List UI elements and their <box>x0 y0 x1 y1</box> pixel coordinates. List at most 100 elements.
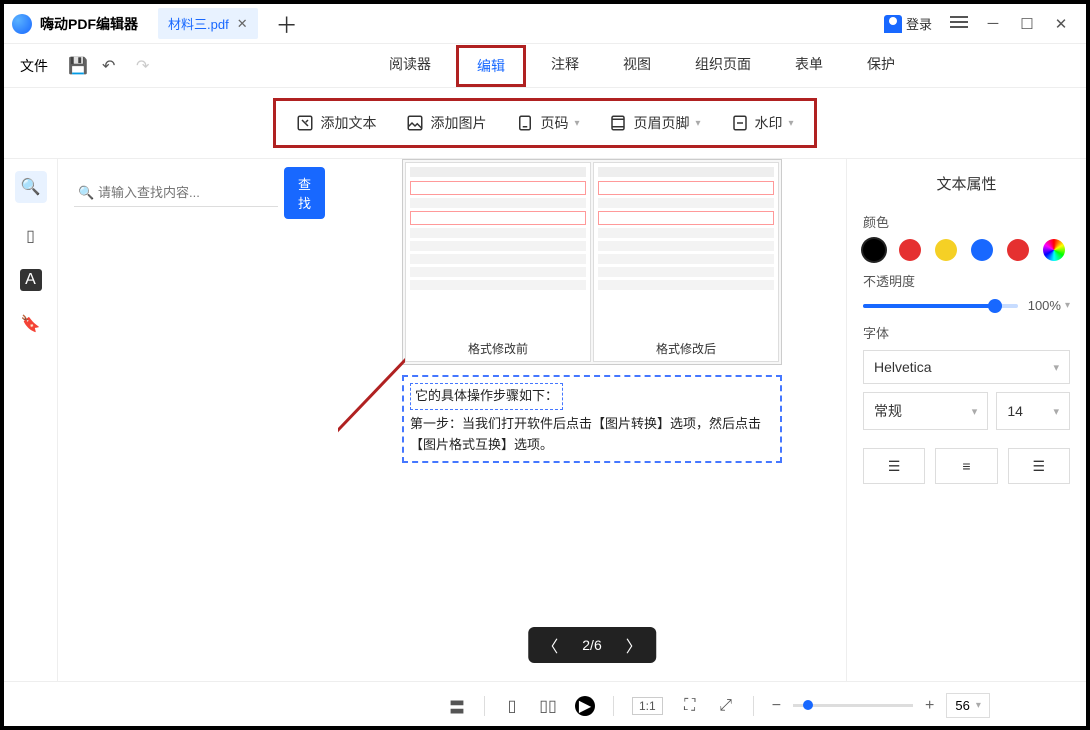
main-tabs: 阅读器 编辑 注释 视图 组织页面 表单 保护 <box>370 45 914 87</box>
user-icon <box>884 15 902 33</box>
opacity-slider[interactable] <box>863 304 1018 308</box>
font-size-value: 14 <box>1007 403 1023 419</box>
font-style-select[interactable]: 常规 ▾ <box>863 392 988 430</box>
bookmark-icon[interactable]: 🔖 <box>20 313 42 335</box>
text-tool-icon[interactable]: A <box>20 269 42 291</box>
opacity-label: 不透明度 <box>863 271 1070 290</box>
chevron-down-icon: ▾ <box>789 118 794 129</box>
color-yellow[interactable] <box>935 239 957 261</box>
redo-icon[interactable]: ↷ <box>136 56 154 76</box>
double-page-icon[interactable]: ▯▯ <box>539 697 557 715</box>
main-area: 🔍 ▯ A 🔖 查找 格式修改前 <box>4 159 1086 681</box>
color-picker-icon[interactable] <box>1043 239 1065 261</box>
edit-text-icon <box>296 114 314 132</box>
crop-icon[interactable]: ⛶ <box>681 697 699 715</box>
maximize-icon[interactable]: ☐ <box>1016 15 1038 33</box>
watermark-label: 水印 <box>755 113 783 133</box>
color-red2[interactable] <box>1007 239 1029 261</box>
font-style-value: 常规 <box>874 401 902 421</box>
align-right-button[interactable]: ☰ <box>1008 448 1070 484</box>
color-red[interactable] <box>899 239 921 261</box>
font-size-select[interactable]: 14 ▾ <box>996 392 1070 430</box>
undo-icon[interactable]: ↶ <box>102 56 120 76</box>
page-indicator: 2/6 <box>582 637 601 653</box>
align-left-icon: ☰ <box>888 458 901 475</box>
search-sidebar-icon[interactable]: 🔍 <box>15 171 47 203</box>
read-mode-icon[interactable]: 〓 <box>448 697 466 715</box>
color-black[interactable] <box>863 239 885 261</box>
tab-organize[interactable]: 组织页面 <box>676 45 770 87</box>
prev-page-icon[interactable]: 〈 <box>542 633 558 657</box>
close-window-icon[interactable]: ✕ <box>1050 15 1072 33</box>
fit-ratio-button[interactable]: 1:1 <box>632 697 663 715</box>
color-blue[interactable] <box>971 239 993 261</box>
next-page-icon[interactable]: 〉 <box>626 633 642 657</box>
before-image: 格式修改前 <box>405 162 591 362</box>
hamburger-menu-icon[interactable] <box>948 13 970 35</box>
left-sidebar: 🔍 ▯ A 🔖 <box>4 159 58 681</box>
zoom-slider[interactable] <box>793 704 913 707</box>
chevron-down-icon: ▾ <box>1053 361 1059 374</box>
minimize-icon[interactable]: ─ <box>982 15 1004 32</box>
tab-annotate[interactable]: 注释 <box>532 45 598 87</box>
chevron-down-icon: ▾ <box>574 118 579 129</box>
document-image-compare: 格式修改前 格式修改后 <box>402 159 782 365</box>
after-image: 格式修改后 <box>593 162 779 362</box>
properties-panel: 文本属性 颜色 不透明度 100% ▾ 字体 Helvetica ▾ 常规 ▾ <box>846 159 1086 681</box>
zoom-control: − + 56 ▾ <box>772 693 990 718</box>
save-icon[interactable]: 💾 <box>68 56 86 76</box>
single-page-icon[interactable]: ▯ <box>503 697 521 715</box>
image-icon <box>406 114 424 132</box>
document-tab[interactable]: 材料三.pdf ✕ <box>158 8 258 39</box>
login-label: 登录 <box>906 14 932 33</box>
tab-view[interactable]: 视图 <box>604 45 670 87</box>
align-center-button[interactable]: ≡ <box>935 448 997 484</box>
align-left-button[interactable]: ☰ <box>863 448 925 484</box>
font-family-select[interactable]: Helvetica ▾ <box>863 350 1070 384</box>
titlebar: 嗨动PDF编辑器 材料三.pdf ✕ ＋ 登录 ─ ☐ ✕ <box>4 4 1086 44</box>
opacity-value[interactable]: 100% ▾ <box>1028 298 1070 313</box>
find-button[interactable]: 查找 <box>284 167 325 219</box>
add-image-label: 添加图片 <box>430 113 486 133</box>
page-thumb-icon[interactable]: ▯ <box>20 225 42 247</box>
zoom-out-icon[interactable]: − <box>772 697 781 715</box>
watermark-button[interactable]: 水印 ▾ <box>725 109 800 137</box>
zoom-value-select[interactable]: 56 ▾ <box>946 693 990 718</box>
zoom-in-icon[interactable]: + <box>925 697 934 715</box>
tab-edit[interactable]: 编辑 <box>456 45 526 87</box>
play-icon[interactable]: ▶ <box>575 696 595 716</box>
page-navigator: 〈 2/6 〉 <box>528 627 656 663</box>
text-edit-block[interactable]: 它的具体操作步骤如下： 第一步：当我们打开软件后点击【图片转换】选项，然后点击【… <box>402 375 782 463</box>
add-image-button[interactable]: 添加图片 <box>400 109 492 137</box>
before-caption: 格式修改前 <box>406 340 590 357</box>
color-swatches <box>863 239 1070 261</box>
add-text-button[interactable]: 添加文本 <box>290 109 382 137</box>
app-logo-icon <box>12 14 32 34</box>
tab-form[interactable]: 表单 <box>776 45 842 87</box>
tab-label: 材料三.pdf <box>168 14 229 33</box>
after-caption: 格式修改后 <box>594 340 778 357</box>
page-number-icon <box>516 114 534 132</box>
app-title: 嗨动PDF编辑器 <box>40 14 138 34</box>
file-menu[interactable]: 文件 <box>20 56 48 76</box>
tab-protect[interactable]: 保护 <box>848 45 914 87</box>
fit-page-icon[interactable]: ⤢ <box>717 697 735 715</box>
chevron-down-icon: ▾ <box>1053 405 1059 418</box>
edit-toolbar-wrap: 添加文本 添加图片 页码 ▾ 页眉页脚 ▾ 水印 ▾ <box>4 88 1086 159</box>
close-tab-icon[interactable]: ✕ <box>237 16 248 32</box>
document-canvas[interactable]: 格式修改前 格式修改后 它的具体操作步骤如下： 第一步：当我们打开软件后点击【图… <box>338 159 846 681</box>
tab-reader[interactable]: 阅读器 <box>370 45 450 87</box>
new-tab-button[interactable]: ＋ <box>276 8 298 40</box>
align-center-icon: ≡ <box>962 458 970 474</box>
page-number-label: 页码 <box>540 113 568 133</box>
login-button[interactable]: 登录 <box>884 14 932 33</box>
header-footer-label: 页眉页脚 <box>633 113 689 133</box>
align-right-icon: ☰ <box>1033 458 1046 475</box>
chevron-down-icon: ▾ <box>695 118 700 129</box>
search-input[interactable] <box>74 179 278 206</box>
step-body: 第一步：当我们打开软件后点击【图片转换】选项，然后点击【图片格式互换】选项。 <box>410 416 761 452</box>
header-footer-button[interactable]: 页眉页脚 ▾ <box>603 109 706 137</box>
statusbar: 〓 ▯ ▯▯ ▶ 1:1 ⛶ ⤢ − + 56 ▾ <box>4 681 1086 729</box>
edit-toolbar: 添加文本 添加图片 页码 ▾ 页眉页脚 ▾ 水印 ▾ <box>273 98 816 148</box>
page-number-button[interactable]: 页码 ▾ <box>510 109 585 137</box>
